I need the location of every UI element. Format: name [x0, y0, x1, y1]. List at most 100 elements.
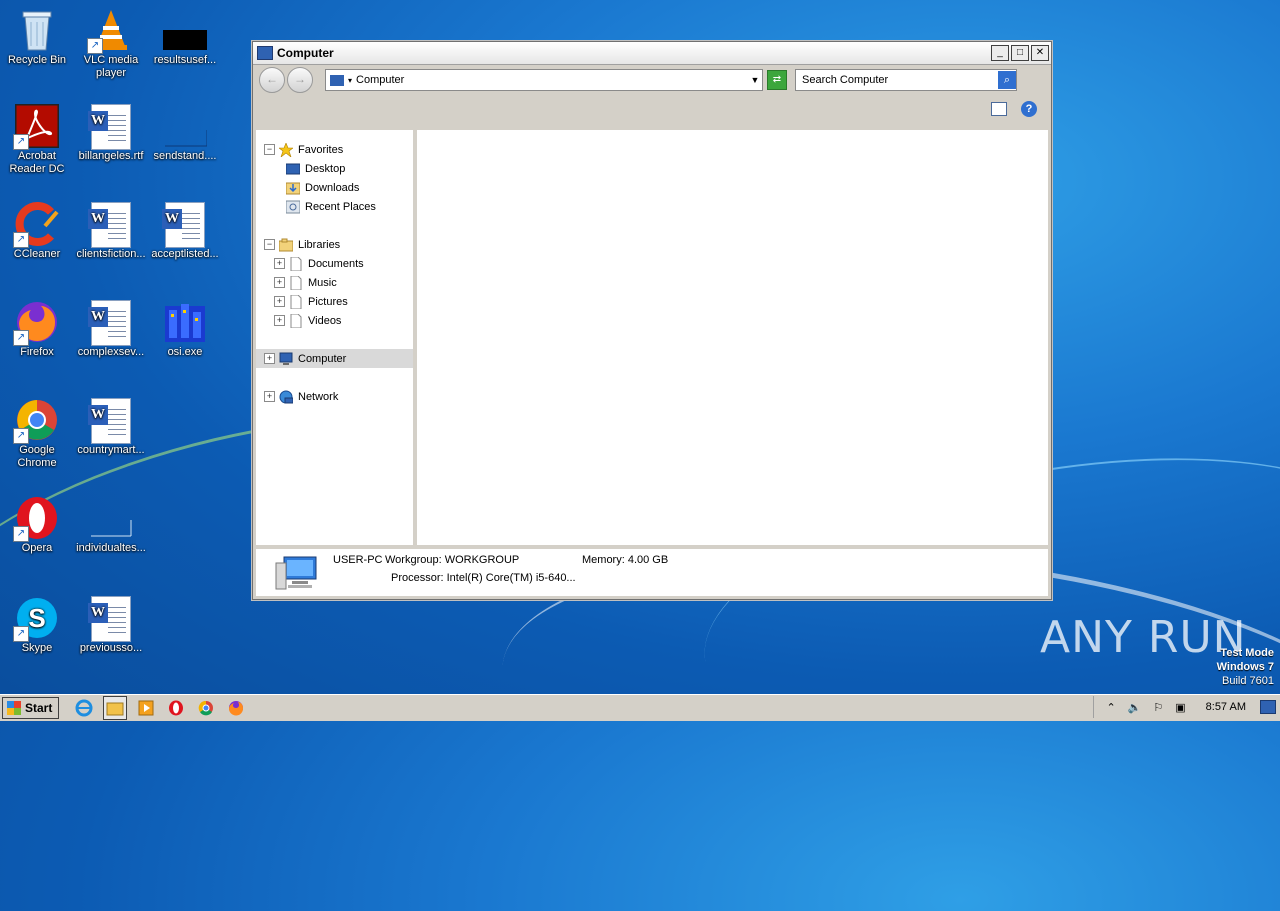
tree-label: Downloads: [305, 181, 360, 194]
desktop-icon-complexsev[interactable]: W complexsev...: [74, 300, 148, 359]
desktop-icon-vlc[interactable]: ↗ VLC media player: [74, 8, 148, 80]
opera-icon: [169, 700, 184, 716]
action-center-flag-icon[interactable]: ⚐: [1153, 701, 1163, 714]
computer-icon: [330, 74, 344, 86]
computer-name: USER-PC: [333, 554, 383, 566]
desktop-icon-acceptlisted[interactable]: W acceptlisted...: [148, 202, 222, 261]
blank-file-icon: [163, 8, 207, 52]
tree-label: Favorites: [298, 143, 344, 156]
tree-item-favorites[interactable]: − Favorites: [256, 140, 421, 159]
chrome-icon: ↗: [13, 398, 59, 444]
desktop-icon: [286, 163, 300, 174]
tree-label: Desktop: [305, 162, 346, 175]
desktop-icon-firefox[interactable]: ↗ Firefox: [0, 300, 74, 359]
desktop-icon-osi-exe[interactable]: osi.exe: [148, 300, 222, 359]
tree-item-music[interactable]: + Music: [256, 273, 431, 292]
back-button[interactable]: ←: [259, 67, 285, 93]
desktop-icon-clientsfiction[interactable]: W clientsfiction...: [74, 202, 148, 261]
shortcut-arrow-icon: ↗: [13, 526, 29, 542]
desktop-icon-chrome[interactable]: ↗ Google Chrome: [0, 398, 74, 470]
music-icon: [290, 275, 302, 290]
search-box[interactable]: Search Computer ⌕: [795, 69, 1017, 91]
expand-icon[interactable]: +: [264, 353, 275, 364]
address-bar[interactable]: ▾ Computer ▼: [325, 69, 763, 91]
desktop-icon-billangeles[interactable]: W billangeles.rtf: [74, 104, 148, 163]
acrobat-icon: ↗: [13, 102, 61, 150]
taskbar-internet-explorer[interactable]: [73, 697, 95, 719]
taskbar-explorer[interactable]: [103, 696, 128, 720]
command-bar: ?: [253, 95, 1051, 123]
desktop-icon-skype[interactable]: S ↗ Skype: [0, 596, 74, 655]
address-dropdown-icon[interactable]: ▼: [748, 75, 762, 85]
desktop-icon-recycle-bin[interactable]: Recycle Bin: [0, 8, 74, 67]
help-icon[interactable]: ?: [1021, 101, 1037, 117]
taskbar-media-player[interactable]: [135, 697, 157, 719]
tree-item-pictures[interactable]: + Pictures: [256, 292, 431, 311]
tree-item-videos[interactable]: + Videos: [256, 311, 431, 330]
search-input[interactable]: Search Computer: [796, 74, 998, 86]
content-pane[interactable]: [417, 130, 1048, 545]
network-tray-icon[interactable]: ▣: [1175, 701, 1185, 714]
expand-icon[interactable]: +: [274, 277, 285, 288]
anyrun-logo: ANY RUN: [1040, 612, 1247, 663]
close-button[interactable]: ✕: [1031, 45, 1049, 61]
breadcrumb-chevron-icon[interactable]: ▾: [348, 76, 352, 85]
collapse-icon[interactable]: −: [264, 239, 275, 250]
minimize-button[interactable]: _: [991, 45, 1009, 61]
tree-item-recent-places[interactable]: Recent Places: [256, 197, 443, 216]
show-desktop-icon[interactable]: [1260, 700, 1276, 714]
desktop-icon-opera[interactable]: ↗ Opera: [0, 496, 74, 555]
tree-label: Documents: [308, 257, 364, 270]
volume-icon[interactable]: 🔈: [1128, 701, 1142, 714]
desktop-icon-individualtes[interactable]: individualtes...: [74, 496, 148, 555]
tree-item-downloads[interactable]: Downloads: [256, 178, 443, 197]
taskbar-chrome[interactable]: [195, 697, 217, 719]
desktop-icon-sendstand[interactable]: sendstand....: [148, 104, 222, 163]
maximize-button[interactable]: □: [1011, 45, 1029, 61]
desktop-icon-countrymart[interactable]: W countrymart...: [74, 398, 148, 457]
preview-pane-icon[interactable]: [991, 102, 1007, 116]
tree-item-desktop[interactable]: Desktop: [256, 159, 443, 178]
title-bar[interactable]: Computer _ □ ✕: [253, 42, 1051, 65]
expand-icon[interactable]: +: [264, 391, 275, 402]
media-player-icon: [138, 700, 154, 716]
blank-file-icon: [163, 104, 208, 148]
expand-icon[interactable]: +: [274, 315, 285, 326]
memory-text: Memory: 4.00 GB: [582, 554, 669, 566]
forward-button[interactable]: →: [287, 67, 313, 93]
expand-icon[interactable]: +: [274, 296, 285, 307]
explorer-window: Computer _ □ ✕ ← → ▾ Computer ▼ ⇄ Search…: [252, 41, 1052, 600]
test-mode-watermark: Test Mode Windows 7 Build 7601: [1217, 646, 1274, 688]
taskbar-opera[interactable]: [165, 697, 187, 719]
desktop-icon-ccleaner[interactable]: ↗ CCleaner: [0, 202, 74, 261]
star-icon: [279, 142, 293, 157]
desktop-icon-label: acceptlisted...: [151, 248, 219, 260]
tree-label: Music: [308, 276, 337, 289]
tree-label: Libraries: [298, 238, 341, 251]
clock[interactable]: 8:57 AM: [1206, 701, 1246, 713]
taskbar-firefox[interactable]: [225, 697, 247, 719]
collapse-icon[interactable]: −: [264, 144, 275, 155]
folder-icon: [106, 702, 124, 716]
desktop-icon-label: VLC media player: [83, 54, 139, 79]
shortcut-arrow-icon: ↗: [13, 330, 29, 346]
skype-icon: S ↗: [13, 596, 59, 642]
tree-item-network[interactable]: + Network: [256, 387, 421, 406]
workgroup-text: Workgroup: WORKGROUP: [385, 554, 520, 566]
tree-item-documents[interactable]: + Documents: [256, 254, 431, 273]
navigation-bar: ← → ▾ Computer ▼ ⇄ Search Computer ⌕: [253, 65, 1051, 95]
desktop-icon-resultsusef[interactable]: resultsusef...: [148, 8, 222, 67]
watermark-line: Test Mode: [1220, 647, 1274, 659]
expand-icon[interactable]: +: [274, 258, 285, 269]
desktop-icon-label: billangeles.rtf: [78, 150, 144, 162]
desktop-icon-acrobat[interactable]: ↗ Acrobat Reader DC: [0, 102, 74, 176]
opera-icon: ↗: [13, 496, 59, 542]
tree-item-libraries[interactable]: − Libraries: [256, 235, 421, 254]
search-icon[interactable]: ⌕: [998, 71, 1016, 89]
refresh-button[interactable]: ⇄: [767, 70, 787, 90]
show-hidden-icons-icon[interactable]: ⌃: [1106, 701, 1115, 714]
desktop-icon-previousso[interactable]: W previousso...: [74, 596, 148, 655]
processor-text: Processor: Intel(R) Core(TM) i5-640...: [391, 572, 576, 584]
start-button[interactable]: Start: [2, 697, 60, 719]
tree-item-computer[interactable]: + Computer: [256, 349, 413, 368]
